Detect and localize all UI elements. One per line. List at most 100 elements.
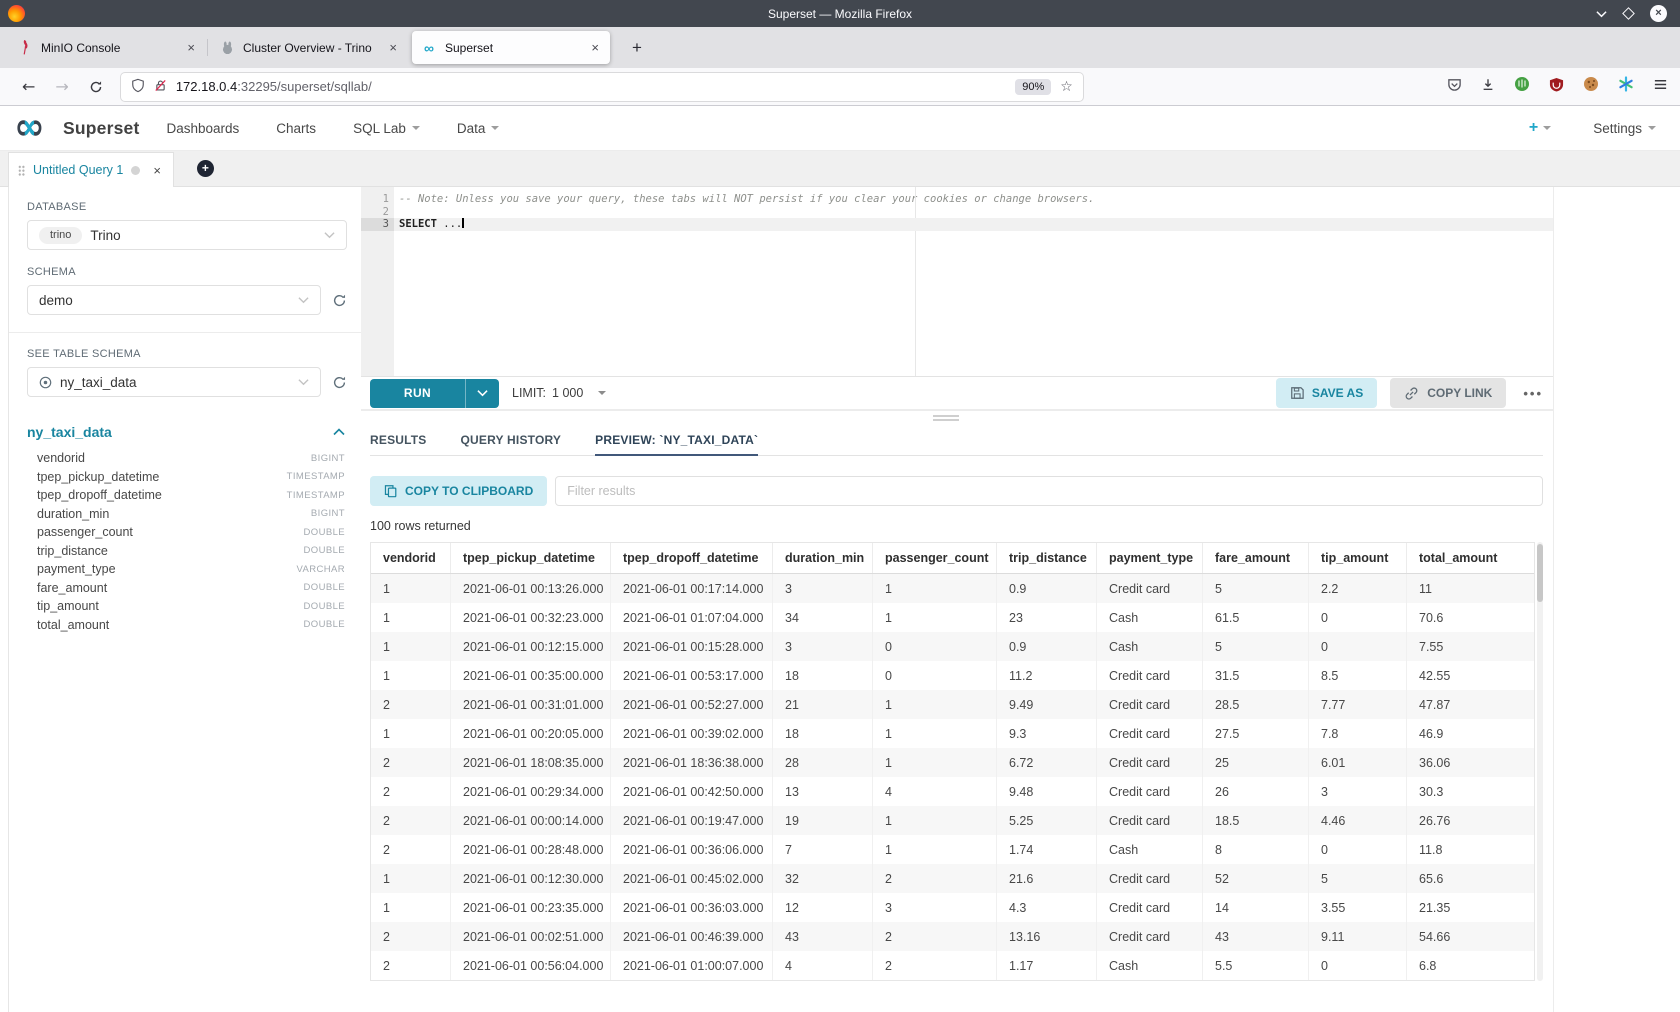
more-actions-button[interactable]: ••• — [1523, 386, 1543, 401]
close-query-tab-icon[interactable]: × — [153, 163, 161, 178]
sql-editor[interactable]: 123 -- Note: Unless you save your query,… — [361, 187, 1553, 377]
browser-tab-superset[interactable]: ∞Superset× — [412, 31, 610, 64]
editor-code[interactable]: -- Note: Unless you save your query, the… — [394, 187, 1553, 376]
insecure-lock-icon[interactable] — [154, 78, 167, 96]
column-header[interactable]: tpep_dropoff_datetime — [611, 543, 773, 573]
chevron-down-icon — [324, 231, 335, 239]
copy-to-clipboard-button[interactable]: COPY TO CLIPBOARD — [370, 476, 547, 506]
copy-link-button[interactable]: COPY LINK — [1390, 378, 1506, 408]
column-header[interactable]: passenger_count — [873, 543, 997, 573]
pane-splitter[interactable] — [361, 410, 1553, 424]
new-tab-button[interactable]: + — [626, 38, 648, 58]
browser-tabs: MinIO Console×Cluster Overview - Trino×∞… — [6, 31, 612, 64]
table-refresh-button[interactable] — [332, 375, 347, 390]
url-bar[interactable]: 172.18.0.4:32295/superset/sqllab/ 90% ☆ — [121, 73, 1083, 101]
column-header[interactable]: tip_amount — [1309, 543, 1407, 573]
chevron-down-icon — [1648, 126, 1656, 130]
window-close-button[interactable]: × — [1650, 5, 1667, 22]
table-cell: 21 — [773, 690, 873, 719]
browser-tab-minio-console[interactable]: MinIO Console× — [8, 31, 206, 64]
table-cell: 2 — [371, 922, 451, 951]
nav-item-data[interactable]: Data — [457, 121, 500, 136]
superset-header: ∞ ∞ Superset Dashboards Charts SQL Lab Data… — [0, 106, 1680, 151]
table-cell: 2021-06-01 00:13:26.000 — [451, 574, 611, 603]
zoom-level-badge[interactable]: 90% — [1015, 79, 1051, 95]
add-query-tab-button[interactable]: + — [197, 160, 214, 177]
query-tab-untitled-query-1[interactable]: Untitled Query 1 × — [8, 152, 174, 187]
browser-tab-cluster-overview-trino[interactable]: Cluster Overview - Trino× — [210, 31, 408, 64]
window-minimize-button[interactable] — [1596, 5, 1607, 23]
tracking-protection-shield-icon[interactable] — [131, 78, 145, 96]
table-cell: Credit card — [1097, 574, 1203, 603]
add-new-button[interactable]: + — [1529, 119, 1551, 137]
table-cell: 31.5 — [1203, 661, 1309, 690]
drag-handle-icon[interactable] — [18, 165, 25, 176]
database-select[interactable]: trino Trino — [27, 220, 347, 250]
superset-infinity-icon: ∞ ∞ — [14, 112, 56, 144]
cookie-autodelete-icon[interactable] — [1583, 76, 1599, 97]
table-cell: 26 — [1203, 777, 1309, 806]
tab-close-icon[interactable]: × — [589, 40, 601, 55]
forward-button[interactable]: → — [55, 77, 68, 96]
results-pane-tab-0[interactable]: RESULTS — [370, 424, 427, 455]
menu-hamburger-icon[interactable] — [1653, 77, 1668, 97]
reload-button[interactable] — [89, 80, 103, 94]
table-cell: 2021-06-01 01:07:04.000 — [611, 603, 773, 632]
privacy-badger-icon[interactable] — [1514, 76, 1530, 97]
bookmark-star-icon[interactable]: ☆ — [1060, 79, 1073, 95]
column-header[interactable]: total_amount — [1407, 543, 1534, 573]
column-type: DOUBLE — [304, 601, 345, 612]
downloads-icon[interactable] — [1481, 77, 1495, 97]
extension-sparkle-icon[interactable] — [1618, 76, 1634, 97]
save-as-button[interactable]: SAVE AS — [1276, 378, 1377, 408]
table-cell: 0.9 — [997, 574, 1097, 603]
splitter-handle-icon[interactable] — [933, 415, 959, 423]
table-cell: 6.8 — [1407, 951, 1534, 980]
nav-item-sql-lab[interactable]: SQL Lab — [353, 121, 420, 136]
ublock-origin-icon[interactable] — [1549, 77, 1564, 97]
superset-logo[interactable]: ∞ ∞ Superset — [14, 112, 140, 144]
table-cell: 32 — [773, 864, 873, 893]
run-button[interactable]: RUN — [370, 379, 465, 408]
window-maximize-button[interactable] — [1622, 7, 1635, 20]
schema-column-row: tpep_dropoff_datetimeTIMESTAMP — [27, 486, 347, 505]
scrollbar-thumb[interactable] — [1537, 544, 1543, 602]
table-cell: 2021-06-01 18:08:35.000 — [451, 748, 611, 777]
table-select[interactable]: ny_taxi_data — [27, 367, 321, 397]
column-header[interactable]: duration_min — [773, 543, 873, 573]
table-cell: 2021-06-01 00:45:02.000 — [611, 864, 773, 893]
tab-close-icon[interactable]: × — [387, 40, 399, 55]
table-cell: 1 — [371, 603, 451, 632]
column-header[interactable]: vendorid — [371, 543, 451, 573]
tab-close-icon[interactable]: × — [185, 40, 197, 55]
table-schema-title[interactable]: ny_taxi_data — [27, 424, 112, 440]
results-pane-tab-1[interactable]: QUERY HISTORY — [461, 424, 562, 455]
column-header[interactable]: trip_distance — [997, 543, 1097, 573]
chevron-up-icon[interactable] — [333, 428, 347, 436]
nav-item-label: Data — [457, 121, 486, 136]
table-cell: 1 — [371, 893, 451, 922]
table-cell: 1.17 — [997, 951, 1097, 980]
gutter-line-number: 1 — [361, 193, 394, 206]
column-header[interactable]: tpep_pickup_datetime — [451, 543, 611, 573]
filter-results-input[interactable] — [555, 476, 1543, 506]
limit-control[interactable]: LIMIT: 1 000 — [512, 386, 606, 400]
table-row: 12021-06-01 00:12:30.0002021-06-01 00:45… — [371, 864, 1534, 893]
back-button[interactable]: ← — [22, 77, 35, 96]
schema-refresh-button[interactable] — [332, 293, 347, 308]
schema-select[interactable]: demo — [27, 285, 321, 315]
column-header[interactable]: payment_type — [1097, 543, 1203, 573]
table-cell: 1 — [371, 864, 451, 893]
table-scrollbar[interactable] — [1537, 542, 1543, 981]
table-cell: 18.5 — [1203, 806, 1309, 835]
column-header[interactable]: fare_amount — [1203, 543, 1309, 573]
pocket-icon[interactable] — [1447, 77, 1462, 97]
table-cell: 2021-06-01 00:19:47.000 — [611, 806, 773, 835]
settings-menu[interactable]: Settings — [1593, 121, 1656, 136]
table-cell: 2021-06-01 00:35:00.000 — [451, 661, 611, 690]
run-options-chevron-icon[interactable] — [465, 379, 499, 408]
nav-item-charts[interactable]: Charts — [276, 121, 316, 136]
results-pane-tab-2[interactable]: PREVIEW: `NY_TAXI_DATA` — [595, 424, 758, 455]
url-text: 172.18.0.4:32295/superset/sqllab/ — [176, 79, 372, 94]
nav-item-dashboards[interactable]: Dashboards — [167, 121, 240, 136]
